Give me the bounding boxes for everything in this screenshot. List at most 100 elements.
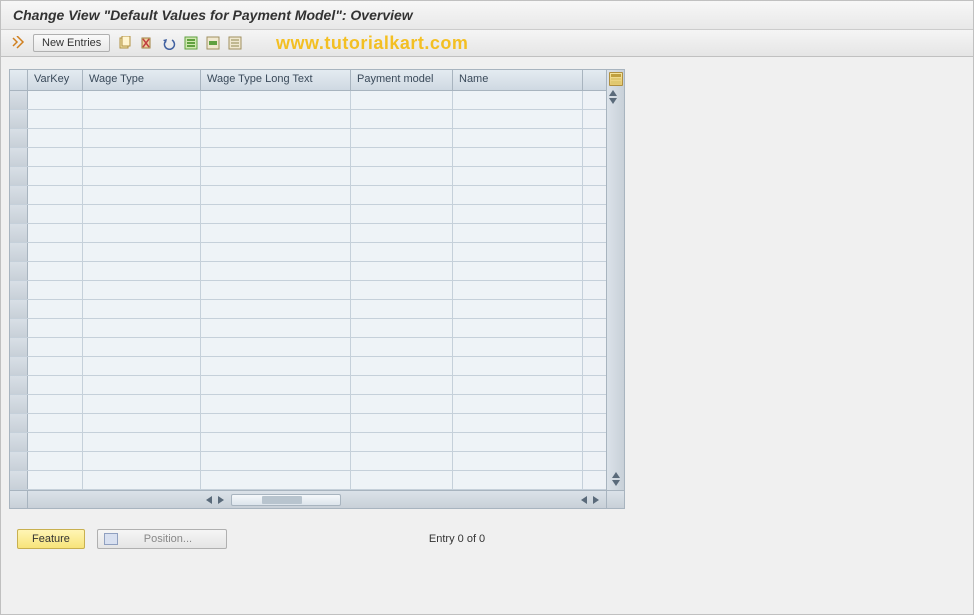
row-selector[interactable] bbox=[10, 167, 28, 185]
cell-paymodel[interactable] bbox=[351, 357, 453, 375]
cell-wagelong[interactable] bbox=[201, 281, 351, 299]
cell-wagelong[interactable] bbox=[201, 300, 351, 318]
column-header-wagetype[interactable]: Wage Type bbox=[83, 70, 201, 90]
row-selector[interactable] bbox=[10, 471, 28, 489]
scroll-down-bottom-icon[interactable] bbox=[612, 480, 620, 486]
cell-varkey[interactable] bbox=[28, 281, 83, 299]
cell-paymodel[interactable] bbox=[351, 433, 453, 451]
cell-wagelong[interactable] bbox=[201, 224, 351, 242]
table-row[interactable] bbox=[10, 281, 606, 300]
table-row[interactable] bbox=[10, 110, 606, 129]
cell-wagetype[interactable] bbox=[83, 205, 201, 223]
cell-varkey[interactable] bbox=[28, 300, 83, 318]
cell-name[interactable] bbox=[453, 338, 583, 356]
cell-wagelong[interactable] bbox=[201, 148, 351, 166]
cell-wagelong[interactable] bbox=[201, 243, 351, 261]
cell-paymodel[interactable] bbox=[351, 110, 453, 128]
column-header-name[interactable]: Name bbox=[453, 70, 583, 90]
table-row[interactable] bbox=[10, 471, 606, 490]
horizontal-scrollbar[interactable] bbox=[9, 491, 625, 509]
cell-name[interactable] bbox=[453, 395, 583, 413]
cell-paymodel[interactable] bbox=[351, 167, 453, 185]
cell-varkey[interactable] bbox=[28, 148, 83, 166]
cell-varkey[interactable] bbox=[28, 376, 83, 394]
cell-name[interactable] bbox=[453, 357, 583, 375]
cell-name[interactable] bbox=[453, 91, 583, 109]
vertical-scrollbar[interactable] bbox=[606, 70, 624, 490]
cell-wagetype[interactable] bbox=[83, 300, 201, 318]
column-header-paymodel[interactable]: Payment model bbox=[351, 70, 453, 90]
row-selector[interactable] bbox=[10, 91, 28, 109]
cell-varkey[interactable] bbox=[28, 471, 83, 489]
cell-varkey[interactable] bbox=[28, 205, 83, 223]
toggle-icon[interactable] bbox=[9, 34, 27, 52]
hscroll-thumb[interactable] bbox=[262, 496, 302, 504]
cell-paymodel[interactable] bbox=[351, 129, 453, 147]
cell-wagetype[interactable] bbox=[83, 452, 201, 470]
row-selector[interactable] bbox=[10, 205, 28, 223]
row-selector[interactable] bbox=[10, 281, 28, 299]
scroll-up-bottom-icon[interactable] bbox=[612, 472, 620, 478]
cell-paymodel[interactable] bbox=[351, 338, 453, 356]
cell-name[interactable] bbox=[453, 433, 583, 451]
hscroll-track[interactable] bbox=[231, 494, 341, 506]
row-selector[interactable] bbox=[10, 395, 28, 413]
row-selector[interactable] bbox=[10, 414, 28, 432]
new-entries-button[interactable]: New Entries bbox=[33, 34, 110, 52]
cell-paymodel[interactable] bbox=[351, 376, 453, 394]
cell-name[interactable] bbox=[453, 452, 583, 470]
row-selector[interactable] bbox=[10, 243, 28, 261]
cell-name[interactable] bbox=[453, 148, 583, 166]
cell-wagetype[interactable] bbox=[83, 414, 201, 432]
cell-name[interactable] bbox=[453, 319, 583, 337]
cell-varkey[interactable] bbox=[28, 452, 83, 470]
table-row[interactable] bbox=[10, 357, 606, 376]
cell-wagetype[interactable] bbox=[83, 281, 201, 299]
table-row[interactable] bbox=[10, 319, 606, 338]
table-row[interactable] bbox=[10, 186, 606, 205]
cell-wagelong[interactable] bbox=[201, 433, 351, 451]
scroll-up-icon[interactable] bbox=[609, 90, 617, 96]
cell-wagelong[interactable] bbox=[201, 205, 351, 223]
row-selector[interactable] bbox=[10, 300, 28, 318]
row-selector[interactable] bbox=[10, 357, 28, 375]
row-selector[interactable] bbox=[10, 148, 28, 166]
cell-paymodel[interactable] bbox=[351, 471, 453, 489]
column-header-wagelong[interactable]: Wage Type Long Text bbox=[201, 70, 351, 90]
cell-wagetype[interactable] bbox=[83, 186, 201, 204]
table-row[interactable] bbox=[10, 262, 606, 281]
cell-wagetype[interactable] bbox=[83, 262, 201, 280]
table-row[interactable] bbox=[10, 224, 606, 243]
cell-wagetype[interactable] bbox=[83, 357, 201, 375]
cell-varkey[interactable] bbox=[28, 167, 83, 185]
scroll-right-step-icon[interactable] bbox=[218, 496, 224, 504]
cell-wagelong[interactable] bbox=[201, 319, 351, 337]
cell-paymodel[interactable] bbox=[351, 395, 453, 413]
cell-paymodel[interactable] bbox=[351, 91, 453, 109]
delete-icon[interactable] bbox=[138, 34, 156, 52]
cell-name[interactable] bbox=[453, 205, 583, 223]
cell-varkey[interactable] bbox=[28, 319, 83, 337]
cell-wagetype[interactable] bbox=[83, 91, 201, 109]
row-selector[interactable] bbox=[10, 452, 28, 470]
cell-paymodel[interactable] bbox=[351, 224, 453, 242]
cell-wagelong[interactable] bbox=[201, 110, 351, 128]
row-selector[interactable] bbox=[10, 186, 28, 204]
cell-wagelong[interactable] bbox=[201, 91, 351, 109]
scroll-right-icon[interactable] bbox=[593, 496, 599, 504]
cell-wagelong[interactable] bbox=[201, 262, 351, 280]
cell-paymodel[interactable] bbox=[351, 243, 453, 261]
cell-varkey[interactable] bbox=[28, 433, 83, 451]
row-selector[interactable] bbox=[10, 262, 28, 280]
copy-icon[interactable] bbox=[116, 34, 134, 52]
row-selector[interactable] bbox=[10, 110, 28, 128]
deselect-all-icon[interactable] bbox=[226, 34, 244, 52]
cell-wagelong[interactable] bbox=[201, 167, 351, 185]
cell-paymodel[interactable] bbox=[351, 281, 453, 299]
cell-name[interactable] bbox=[453, 167, 583, 185]
cell-varkey[interactable] bbox=[28, 262, 83, 280]
position-button[interactable]: Position... bbox=[97, 529, 227, 549]
cell-wagetype[interactable] bbox=[83, 129, 201, 147]
cell-wagelong[interactable] bbox=[201, 186, 351, 204]
cell-wagelong[interactable] bbox=[201, 129, 351, 147]
